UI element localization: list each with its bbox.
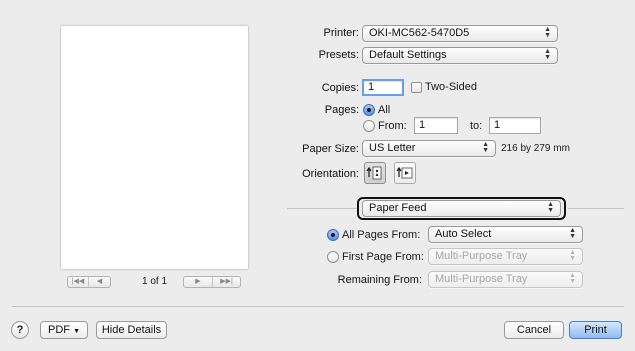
first-page-icon[interactable]: |◀◀ (68, 277, 89, 287)
print-preview (61, 26, 248, 269)
print-button[interactable]: Print (569, 321, 622, 339)
copies-label: Copies: (321, 82, 359, 94)
popup-arrows-icon: ▲ ▼ (569, 249, 576, 262)
previous-page-icon[interactable]: ◀ (89, 277, 110, 287)
pages-label: Pages: (324, 104, 359, 116)
pages-all-radio[interactable] (363, 104, 375, 116)
all-pages-from-value: Auto Select (435, 228, 492, 240)
pages-to-label: to: (470, 120, 483, 132)
paper-size-popup[interactable]: US Letter ▲ ▼ (362, 140, 496, 157)
help-button[interactable]: ? (11, 321, 29, 339)
popup-arrows-icon: ▲ ▼ (544, 48, 551, 61)
popup-arrows-icon: ▲ ▼ (482, 141, 489, 154)
first-page-from-label: First Page From: (342, 251, 424, 263)
preview-forward-controls: ▶ ▶▶| (183, 276, 241, 288)
printer-value: OKI-MC562-5470D5 (369, 27, 470, 39)
footer-divider (12, 306, 624, 307)
two-sided-label: Two-Sided (425, 81, 477, 93)
pages-to-field[interactable]: 1 (489, 117, 541, 134)
presets-label: Presets: (318, 49, 359, 61)
landscape-icon (396, 166, 413, 179)
pdf-menu-button[interactable]: PDF ▼ (40, 321, 88, 339)
copies-field[interactable]: 1 (362, 79, 404, 96)
portrait-icon (366, 166, 382, 180)
presets-popup[interactable]: Default Settings ▲ ▼ (362, 47, 558, 64)
all-pages-from-radio[interactable] (327, 229, 339, 241)
hide-details-button[interactable]: Hide Details (96, 321, 167, 339)
cancel-button[interactable]: Cancel (504, 321, 564, 339)
next-page-icon[interactable]: ▶ (184, 277, 213, 287)
section-divider-right (568, 208, 624, 209)
popup-arrows-icon: ▲ ▼ (569, 272, 576, 285)
section-popup[interactable]: Paper Feed ▲ ▼ (362, 200, 561, 217)
two-sided-checkbox[interactable] (411, 82, 422, 93)
landscape-orientation-button[interactable] (394, 162, 416, 184)
all-pages-from-label: All Pages From: (342, 229, 421, 241)
first-page-from-radio[interactable] (327, 251, 339, 263)
pages-all-label: All (378, 104, 391, 116)
paper-size-value: US Letter (369, 142, 416, 154)
pages-from-radio[interactable] (363, 120, 375, 132)
remaining-from-label: Remaining From: (337, 274, 422, 286)
chevron-down-icon: ▼ (73, 328, 80, 335)
remaining-from-value: Multi-Purpose Tray (435, 273, 528, 285)
popup-arrows-icon: ▲ ▼ (544, 26, 551, 39)
remaining-from-popup[interactable]: Multi-Purpose Tray ▲ ▼ (428, 271, 583, 288)
help-icon: ? (16, 324, 24, 336)
printer-popup[interactable]: OKI-MC562-5470D5 ▲ ▼ (362, 25, 558, 42)
popup-arrows-icon: ▲ ▼ (569, 227, 576, 240)
first-page-from-value: Multi-Purpose Tray (435, 250, 528, 262)
pdf-label: PDF (48, 324, 70, 336)
paper-size-label: Paper Size: (302, 143, 359, 155)
section-value: Paper Feed (369, 202, 427, 214)
presets-value: Default Settings (369, 49, 447, 61)
pages-from-field[interactable]: 1 (414, 117, 458, 134)
portrait-orientation-button[interactable] (364, 162, 386, 184)
preview-back-controls: |◀◀ ◀ (67, 276, 111, 288)
page-indicator: 1 of 1 (142, 276, 168, 287)
paper-dimensions: 216 by 279 mm (501, 143, 570, 154)
last-page-icon[interactable]: ▶▶| (213, 277, 240, 287)
pages-from-label: From: (378, 120, 407, 132)
printer-label: Printer: (323, 27, 359, 39)
popup-arrows-icon: ▲ ▼ (547, 201, 554, 214)
section-divider-left (287, 208, 357, 209)
first-page-from-popup[interactable]: Multi-Purpose Tray ▲ ▼ (428, 248, 583, 265)
orientation-label: Orientation: (302, 168, 359, 180)
all-pages-from-popup[interactable]: Auto Select ▲ ▼ (428, 226, 583, 243)
